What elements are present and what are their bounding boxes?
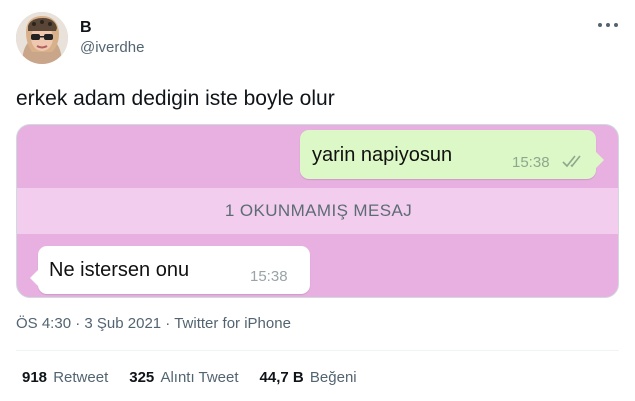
bubble-tail [594, 150, 604, 170]
stat-number: 325 [129, 369, 155, 386]
tweet-date[interactable]: 3 Şub 2021 [84, 315, 161, 332]
tweet-time[interactable]: ÖS 4:30 [16, 315, 71, 332]
more-options-icon[interactable] [597, 20, 619, 30]
incoming-message-bubble: Ne istersen onu 15:38 [30, 246, 310, 294]
tweet-text: erkek adam dedigin iste boyle olur [16, 87, 335, 110]
quote-tweet-count[interactable]: 325 Alıntı Tweet [129, 369, 238, 387]
avatar-photo [16, 12, 68, 64]
like-count[interactable]: 44,7 B Beğeni [260, 369, 357, 387]
tweet-card: B @iverdhe erkek adam dedigin iste boyle… [0, 0, 635, 401]
user-handle[interactable]: @iverdhe [80, 39, 144, 57]
stat-number: 44,7 B [259, 369, 304, 386]
divider [16, 350, 619, 351]
unread-messages-banner: 1 OKUNMAMIŞ MESAJ [17, 188, 618, 234]
outgoing-message-time: 15:38 [512, 154, 550, 171]
stat-label: Alıntı Tweet [160, 369, 239, 386]
tweet-metadata: ÖS 4:30 · 3 Şub 2021 · Twitter for iPhon… [16, 315, 291, 333]
display-name[interactable]: B [80, 19, 92, 37]
bubble-tail [30, 268, 40, 288]
incoming-message-time: 15:38 [250, 268, 288, 285]
double-check-icon [562, 155, 581, 168]
stat-label: Beğeni [309, 369, 357, 386]
outgoing-message-text: yarin napiyosun [312, 144, 453, 166]
separator: · [161, 315, 175, 332]
separator: · [71, 315, 85, 332]
tweet-source[interactable]: Twitter for iPhone [174, 315, 291, 332]
incoming-message-text: Ne istersen onu [49, 259, 190, 281]
avatar[interactable] [16, 12, 68, 64]
outgoing-message-bubble: yarin napiyosun 15:38 [300, 130, 604, 179]
stat-label: Retweet [53, 369, 109, 386]
retweet-count[interactable]: 918 Retweet [22, 369, 108, 387]
engagement-stats: 918 Retweet 325 Alıntı Tweet 44,7 B Beğe… [22, 369, 378, 387]
tweet-image[interactable]: yarin napiyosun 15:38 1 OKUNMAMIŞ MESAJ … [16, 124, 619, 298]
stat-number: 918 [22, 369, 48, 386]
